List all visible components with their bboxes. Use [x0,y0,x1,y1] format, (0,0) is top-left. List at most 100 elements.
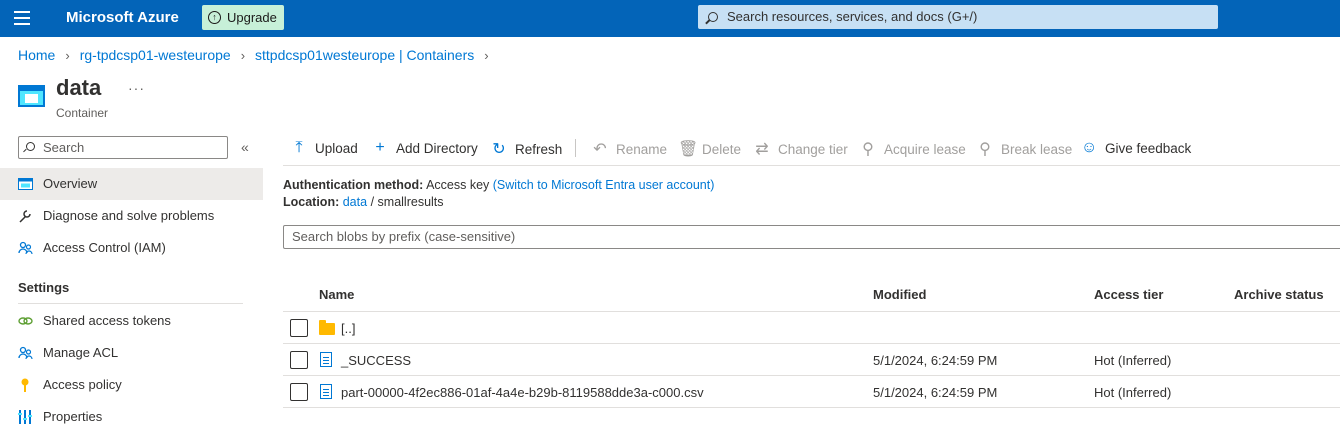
change-tier-label: Change tier [778,141,848,157]
location-label: Location: [283,195,340,209]
lease-icon: ⚲ [862,141,874,158]
key-icon [21,378,29,392]
location: Location: data / smallresults [283,195,444,209]
file-icon [320,352,332,367]
column-header-modified[interactable]: Modified [873,287,926,302]
upload-icon: ⤒ [295,139,303,156]
sidebar-item-access-policy[interactable]: Access policy [0,369,263,401]
command-bar: ⤒ Upload + Add Directory ↻ Refresh ↶ Ren… [283,131,1340,166]
auth-label: Authentication method: [283,178,424,192]
auth-method: Authentication method: Access key (Switc… [283,178,714,192]
break-lease-button[interactable]: ⚲ Break lease [977,139,1072,159]
table-row-name[interactable]: part-00000-4f2ec886-01af-4a4e-b29b-81195… [341,385,704,400]
swap-icon: ⇄ [755,141,769,158]
menu-icon[interactable] [14,11,30,25]
break-lease-icon: ⚲ [979,141,991,158]
delete-label: Delete [702,141,742,157]
column-header-access-tier[interactable]: Access tier [1094,287,1163,302]
location-link-data[interactable]: data [343,195,367,209]
toolbar-divider [575,139,576,157]
give-feedback-button[interactable]: ☺ Give feedback [1081,139,1191,157]
page-subtitle: Container [56,106,109,120]
column-header-archive-status[interactable]: Archive status [1234,287,1324,302]
table-row-access-tier: Hot (Inferred) [1094,353,1172,368]
page-title: data [56,75,102,100]
upgrade-label: Upgrade [227,10,277,25]
table-divider [283,375,1340,376]
people-icon [18,346,33,360]
nav-search-input[interactable]: Search [18,136,228,159]
sidebar-item-manage-acl[interactable]: Manage ACL [0,337,263,369]
add-directory-label: Add Directory [396,140,478,156]
add-directory-button[interactable]: + Add Directory [372,139,478,157]
sidebar-item-label: Overview [43,176,98,191]
chevron-right-icon: › [240,47,246,63]
table-row-name[interactable]: _SUCCESS [341,353,411,368]
delete-button[interactable]: 🗑 Delete [678,139,741,159]
file-icon [320,384,332,399]
sidebar-item-overview[interactable]: Overview [0,168,263,200]
overview-icon [18,178,33,190]
break-lease-label: Break lease [1001,141,1073,157]
refresh-label: Refresh [515,141,563,157]
sidebar-item-label: Diagnose and solve problems [43,208,215,223]
table-divider [283,343,1340,344]
people-icon [18,241,33,255]
refresh-button[interactable]: ↻ Refresh [491,139,562,159]
sidebar-item-label: Access policy [43,377,122,392]
acquire-lease-label: Acquire lease [884,141,966,157]
table-row-name[interactable]: [..] [341,321,355,336]
table-row-modified: 5/1/2024, 6:24:59 PM [873,385,998,400]
rename-button[interactable]: ↶ Rename [592,139,667,159]
collapse-nav-button[interactable]: « [241,139,249,155]
nav-search-placeholder: Search [43,140,85,155]
brand-title[interactable]: Microsoft Azure [66,9,179,26]
rename-label: Rename [616,141,668,157]
chevron-right-icon: › [65,47,70,63]
location-separator: / [370,195,375,209]
arrow-up-circle-icon: ↑ [208,11,221,24]
column-header-name[interactable]: Name [319,287,354,302]
breadcrumb-home[interactable]: Home [18,47,55,63]
row-checkbox[interactable] [290,351,308,369]
row-checkbox[interactable] [290,319,308,337]
properties-icon [18,410,32,424]
table-row-modified: 5/1/2024, 6:24:59 PM [873,353,998,368]
switch-auth-link[interactable]: (Switch to Microsoft Entra user account) [493,178,715,192]
change-tier-button[interactable]: ⇄ Change tier [754,139,848,159]
feedback-icon: ☺ [1081,139,1098,156]
sidebar-item-shared-access-tokens[interactable]: Shared access tokens [0,305,263,337]
rename-icon: ↶ [593,141,607,158]
top-bar: Microsoft Azure ↑ Upgrade Search resourc… [0,0,1340,37]
blob-search-placeholder: Search blobs by prefix (case-sensitive) [292,229,516,244]
sidebar-item-label: Properties [43,409,103,424]
sidebar-item-properties[interactable]: Properties [0,401,263,433]
nav-divider [18,303,243,304]
global-search-placeholder: Search resources, services, and docs (G+… [727,9,978,24]
search-icon [26,142,35,151]
table-divider [283,407,1340,408]
table-row-access-tier: Hot (Inferred) [1094,385,1172,400]
breadcrumb-resource-group[interactable]: rg-tpdcsp01-westeurope [80,47,231,63]
sidebar-item-label: Shared access tokens [43,313,171,328]
wrench-icon [19,210,31,223]
blob-search-input[interactable]: Search blobs by prefix (case-sensitive) [283,225,1340,249]
upload-label: Upload [315,140,358,156]
search-icon [708,12,718,22]
breadcrumb-containers[interactable]: sttpdcsp01westeurope | Containers [255,47,474,63]
chevron-right-icon: › [484,47,489,63]
upload-button[interactable]: ⤒ Upload [291,139,358,157]
more-options-button[interactable]: ··· [128,80,145,96]
sidebar-item-diagnose[interactable]: Diagnose and solve problems [0,200,263,232]
container-icon [18,85,45,107]
upgrade-button[interactable]: ↑ Upgrade [202,5,284,30]
sidebar-item-label: Access Control (IAM) [43,240,166,255]
global-search-input[interactable]: Search resources, services, and docs (G+… [698,5,1218,29]
sidebar-item-iam[interactable]: Access Control (IAM) [0,232,263,264]
acquire-lease-button[interactable]: ⚲ Acquire lease [860,139,966,159]
link-icon [18,317,33,325]
sidebar-item-label: Manage ACL [43,345,119,360]
auth-value: Access key [426,178,490,192]
location-current: smallresults [377,195,444,209]
row-checkbox[interactable] [290,383,308,401]
